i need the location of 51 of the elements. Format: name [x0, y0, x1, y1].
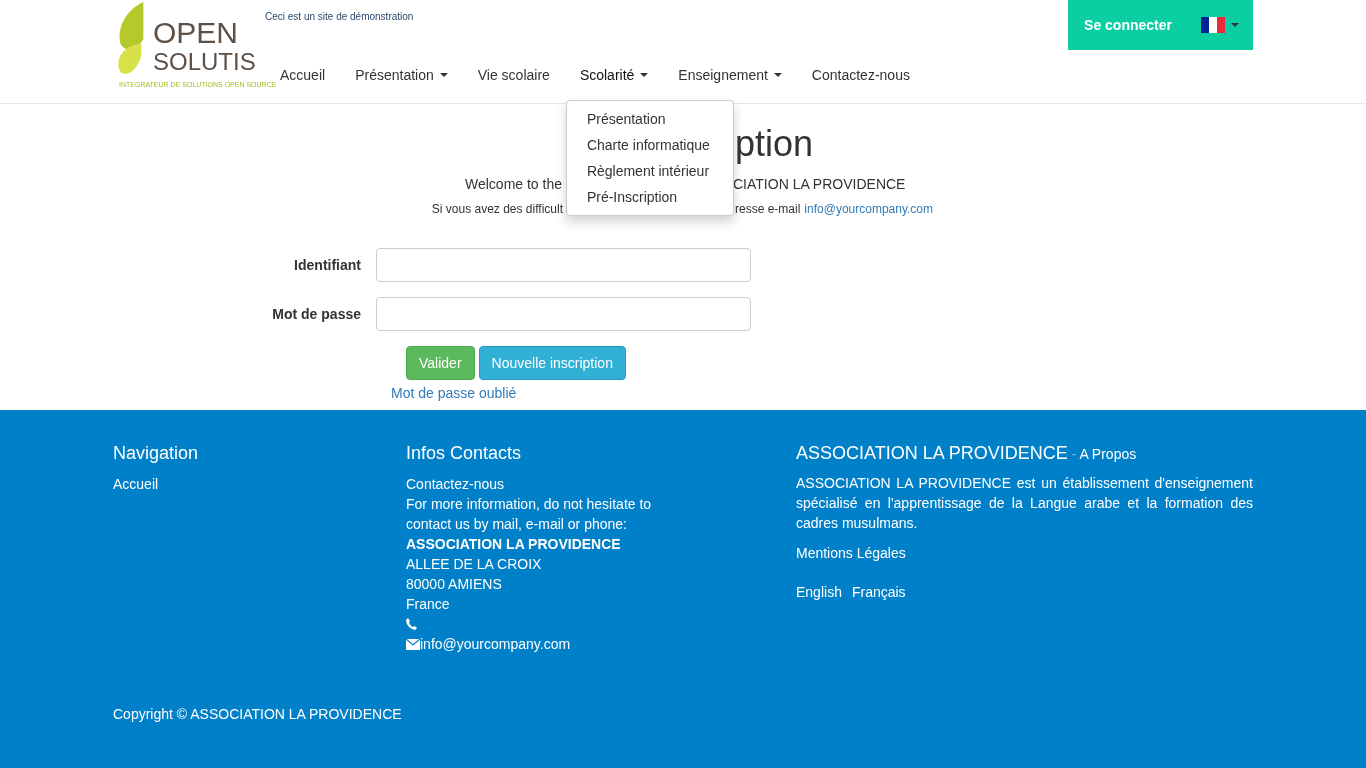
caret-icon [640, 73, 649, 77]
logo-text: SOLUTIS [153, 48, 256, 76]
contact-text: For more information, do not hesitate to contact us by mail, e-mail or phone: [406, 495, 653, 534]
phone-icon [406, 618, 417, 630]
language-link[interactable]: Français [851, 582, 906, 603]
language-button[interactable] [1201, 17, 1239, 33]
email-link[interactable]: info@yourcompany.com [420, 634, 571, 654]
copyright-text: Copyright © ASSOCIATION LA PROVIDENCE [113, 706, 402, 722]
about-text: ASSOCIATION LA PROVIDENCE est un établissement d'enseignement spécialisé en l'apprentissage de la Langue arabe et la formation des cadres musulmans. [796, 474, 1253, 533]
nav-link[interactable]: Scolarité [564, 55, 664, 95]
input-field[interactable] [376, 297, 751, 331]
welcome-text: CIATION LA PROVIDENCE [733, 175, 906, 194]
caret-icon [1231, 23, 1239, 27]
organization-name: ASSOCIATION LA PROVIDENCE [406, 535, 622, 554]
dropdown-item[interactable]: Présentation [566, 106, 733, 132]
help-text: resse e-mail [735, 201, 801, 218]
caret-icon [439, 73, 448, 77]
footer-heading: Navigation [113, 442, 200, 464]
footer-link[interactable]: Mentions Légales [796, 543, 1253, 564]
nav-link[interactable]: Contactez-nous [796, 55, 925, 95]
forgot-password-link[interactable]: Mot de passe oublié [391, 383, 1253, 404]
tagline: Ceci est un site de démonstration [265, 10, 415, 24]
address-line: ALLEE DE LA CROIX [406, 555, 543, 574]
welcome-text: Welcome to the [465, 175, 562, 194]
dropdown-item[interactable]: Règlement intérieur [566, 158, 733, 184]
email-link[interactable]: info@yourcompany.com [804, 200, 934, 218]
footer-link[interactable]: Accueil [113, 474, 406, 494]
dropdown-item[interactable]: Charte informatique [566, 132, 733, 158]
footer-heading: ASSOCIATION LA PROVIDENCE [796, 442, 1068, 464]
nav-link[interactable]: Vie scolaire [462, 55, 565, 95]
caret-icon [773, 73, 782, 77]
logo-text: OPEN [153, 18, 240, 48]
footer-link[interactable]: Contactez-nous [406, 474, 796, 494]
footer-heading: Infos Contacts [406, 442, 523, 464]
footer-subheading: A Propos [1079, 445, 1137, 464]
field-label: Identifiant [293, 255, 362, 275]
nav-link[interactable]: Présentation [340, 55, 463, 95]
input-field[interactable] [376, 248, 751, 282]
page-title: ption [735, 124, 814, 164]
dropdown-item[interactable]: Pré-Inscription [566, 184, 733, 210]
envelope-icon [406, 638, 420, 650]
field-label: Mot de passe [271, 304, 362, 324]
help-text: Si vous avez des difficult [431, 201, 563, 218]
nav-link[interactable]: Enseignement [663, 55, 797, 95]
flag-icon [1201, 17, 1225, 33]
address-line: 80000 AMIENS [406, 575, 503, 594]
language-link[interactable]: English [796, 582, 842, 603]
form-button[interactable]: Valider [406, 346, 475, 380]
separator: - [1071, 445, 1077, 464]
address-line: France [406, 595, 451, 614]
form-button[interactable]: Nouvelle inscription [478, 346, 626, 380]
